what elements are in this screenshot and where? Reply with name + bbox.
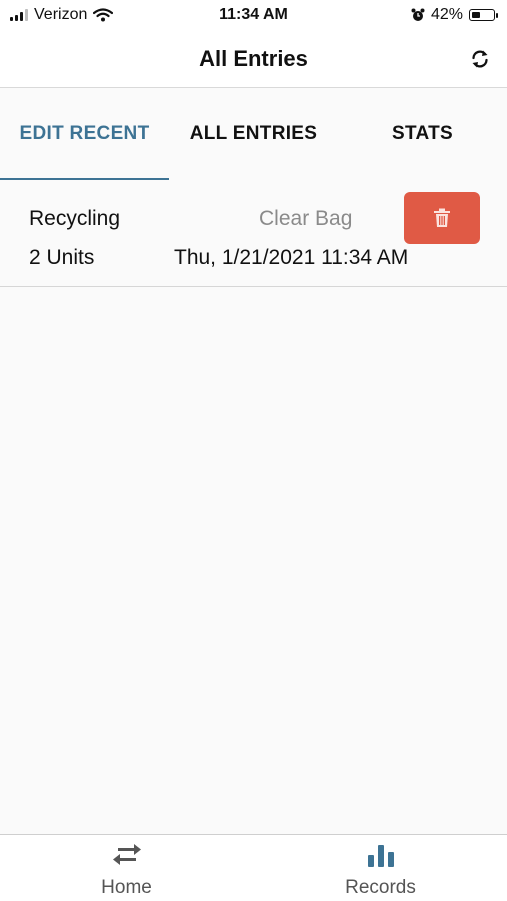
bottom-tab-home-label: Home — [101, 877, 152, 898]
refresh-button[interactable] — [467, 46, 493, 72]
tab-stats[interactable]: STATS — [338, 88, 507, 180]
entry-type: Recycling — [29, 207, 121, 230]
tab-edit-recent[interactable]: EDIT RECENT — [0, 88, 169, 180]
entry-tabs: EDIT RECENT ALL ENTRIES STATS — [0, 88, 507, 181]
bottom-tab-records[interactable]: Records — [254, 835, 507, 901]
entry-quantity: 2 Units — [29, 246, 95, 269]
refresh-icon — [472, 50, 488, 68]
bar-chart-icon — [367, 845, 394, 867]
battery-level-fill — [472, 12, 480, 18]
entry-datetime: Thu, 1/21/2021 11:34 AM — [174, 246, 409, 269]
tab-all-entries[interactable]: ALL ENTRIES — [169, 88, 338, 180]
transfer-arrows-icon — [112, 844, 141, 865]
list-item[interactable]: Recycling 2 Units Clear Bag Thu, 1/21/20… — [0, 180, 507, 287]
alarm-icon — [411, 8, 425, 21]
page-title: All Entries — [199, 46, 308, 71]
delete-button[interactable] — [404, 192, 480, 244]
entry-action: Clear Bag — [259, 207, 353, 230]
battery-percent: 42% — [430, 6, 463, 23]
bottom-tab-bar: Home Records — [0, 834, 507, 901]
battery-icon — [469, 9, 498, 21]
navigation-bar: All Entries — [0, 32, 507, 88]
trash-icon — [434, 208, 450, 227]
status-right: 42% — [411, 6, 498, 24]
bottom-tab-records-label: Records — [345, 877, 416, 898]
status-bar: Verizon 11:34 AM 42% — [0, 0, 507, 32]
bottom-tab-home[interactable]: Home — [0, 835, 253, 901]
